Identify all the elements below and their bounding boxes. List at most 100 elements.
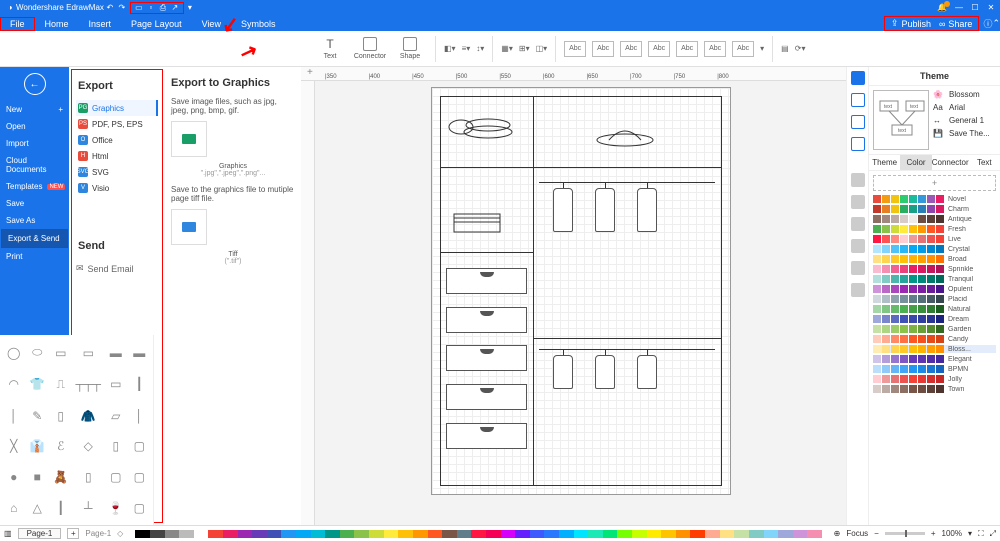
shape-item[interactable]: ▯: [51, 402, 71, 429]
colorbar-swatch[interactable]: [165, 530, 180, 538]
status-color-bar[interactable]: [135, 530, 821, 538]
theme-color-placid[interactable]: Placid: [873, 295, 996, 303]
menu-file[interactable]: File: [0, 17, 35, 31]
shape-item[interactable]: 🧸: [51, 464, 71, 491]
shape-item[interactable]: ▭: [74, 339, 102, 367]
colorbar-swatch[interactable]: [588, 530, 603, 538]
rail-history-icon[interactable]: [851, 115, 865, 129]
colorbar-swatch[interactable]: [413, 530, 428, 538]
colorbar-swatch[interactable]: [325, 530, 340, 538]
shape-item[interactable]: ┴: [74, 494, 102, 521]
arrow-style-icon[interactable]: ↕▾: [476, 44, 484, 53]
zoom-out-icon[interactable]: −: [874, 529, 879, 538]
ribbon-text[interactable]: TText: [313, 37, 347, 60]
shape-item[interactable]: ▯: [106, 433, 126, 460]
shape-item[interactable]: ◇: [74, 433, 102, 460]
colorbar-swatch[interactable]: [486, 530, 501, 538]
theme-color-fresh[interactable]: Fresh: [873, 225, 996, 233]
rail-replace-icon[interactable]: [851, 261, 865, 275]
colorbar-swatch[interactable]: [778, 530, 793, 538]
align-icon[interactable]: ▦▾: [501, 44, 513, 53]
collapse-ribbon-icon[interactable]: ⌃: [992, 18, 1000, 29]
file-open[interactable]: Open: [0, 118, 69, 135]
subtab-theme[interactable]: Theme: [869, 155, 900, 170]
colorbar-swatch[interactable]: [179, 530, 194, 538]
qat-open-icon[interactable]: ▭: [134, 3, 144, 13]
colorbar-swatch[interactable]: [690, 530, 705, 538]
zoom-in-icon[interactable]: +: [931, 529, 936, 538]
shape-item[interactable]: ╳: [4, 433, 23, 460]
export-format-graphics[interactable]: PGGraphics: [76, 100, 158, 116]
theme-color-jolly[interactable]: Jolly: [873, 375, 996, 383]
shape-item[interactable]: ▢: [130, 464, 150, 491]
shape-item[interactable]: △: [27, 494, 47, 521]
colorbar-swatch[interactable]: [632, 530, 647, 538]
theme-color-opulent[interactable]: Opulent: [873, 285, 996, 293]
colorbar-swatch[interactable]: [661, 530, 676, 538]
group-icon[interactable]: ◫▾: [536, 44, 548, 53]
qat-export-icon[interactable]: ↗: [170, 3, 180, 13]
colorbar-swatch[interactable]: [807, 530, 822, 538]
theme-quick-arial[interactable]: AaArial: [933, 103, 996, 112]
shape-item[interactable]: 👕: [27, 371, 47, 399]
file-saveas[interactable]: Save As: [0, 212, 69, 229]
menu-home[interactable]: Home: [35, 17, 79, 31]
colorbar-swatch[interactable]: [705, 530, 720, 538]
qat-print-icon[interactable]: ⎙: [158, 3, 168, 13]
colorbar-swatch[interactable]: [647, 530, 662, 538]
theme-color-garden[interactable]: Garden: [873, 325, 996, 333]
share-button[interactable]: ∞Share: [935, 18, 976, 30]
rotate-icon[interactable]: ⟳▾: [795, 44, 806, 53]
theme-color-live[interactable]: Live: [873, 235, 996, 243]
shape-item[interactable]: │: [130, 402, 150, 429]
add-guide-icon[interactable]: +: [307, 67, 313, 78]
page[interactable]: [431, 87, 731, 495]
shape-item[interactable]: │: [4, 402, 23, 429]
shape-item[interactable]: ▯: [74, 464, 102, 491]
style-more-icon[interactable]: ▾: [760, 44, 764, 53]
colorbar-swatch[interactable]: [135, 530, 150, 538]
page-tab[interactable]: Page-1: [18, 528, 62, 539]
nofill-icon[interactable]: ◇: [117, 529, 123, 538]
file-save[interactable]: Save: [0, 195, 69, 212]
menu-page-layout[interactable]: Page Layout: [121, 17, 192, 31]
line-icon[interactable]: ≡▾: [462, 44, 471, 53]
style-swatch[interactable]: Abc: [564, 41, 586, 57]
shape-item[interactable]: ⌂: [4, 494, 23, 521]
colorbar-swatch[interactable]: [515, 530, 530, 538]
layout-icon[interactable]: ▤: [781, 44, 789, 53]
colorbar-swatch[interactable]: [252, 530, 267, 538]
theme-color-dream[interactable]: Dream: [873, 315, 996, 323]
colorbar-swatch[interactable]: [471, 530, 486, 538]
shape-item[interactable]: ┃: [130, 371, 150, 399]
fit-page-icon[interactable]: ⛶: [978, 529, 984, 539]
export-format-html[interactable]: HHtml: [76, 148, 158, 164]
shape-item[interactable]: 👔: [27, 433, 47, 460]
zoom-dropdown-icon[interactable]: ▾: [968, 529, 972, 538]
menu-symbols[interactable]: Symbols: [231, 17, 286, 31]
file-export-send[interactable]: Export & Send: [2, 230, 67, 247]
file-templates[interactable]: TemplatesNEW: [0, 178, 69, 195]
rail-snap-icon[interactable]: [851, 195, 865, 209]
colorbar-swatch[interactable]: [574, 530, 589, 538]
colorbar-swatch[interactable]: [311, 530, 326, 538]
colorbar-swatch[interactable]: [369, 530, 384, 538]
shape-item[interactable]: ▭: [51, 339, 71, 367]
shape-item[interactable]: 🍷: [106, 494, 126, 521]
colorbar-swatch[interactable]: [603, 530, 618, 538]
colorbar-swatch[interactable]: [398, 530, 413, 538]
notification-icon[interactable]: 🔔: [937, 3, 947, 13]
shape-item[interactable]: ▬: [130, 339, 150, 367]
outline-toggle-icon[interactable]: ▥: [4, 529, 12, 538]
colorbar-swatch[interactable]: [764, 530, 779, 538]
colorbar-swatch[interactable]: [676, 530, 691, 538]
add-page-button[interactable]: +: [67, 528, 79, 539]
minimize-icon[interactable]: —: [954, 3, 964, 12]
undo-icon[interactable]: ↶: [105, 3, 115, 13]
publish-button[interactable]: ⇪Publish: [887, 17, 935, 30]
colorbar-swatch[interactable]: [617, 530, 632, 538]
theme-color-antique[interactable]: Antique: [873, 215, 996, 223]
theme-color-candy[interactable]: Candy: [873, 335, 996, 343]
colorbar-swatch[interactable]: [150, 530, 165, 538]
theme-color-elegant[interactable]: Elegant: [873, 355, 996, 363]
